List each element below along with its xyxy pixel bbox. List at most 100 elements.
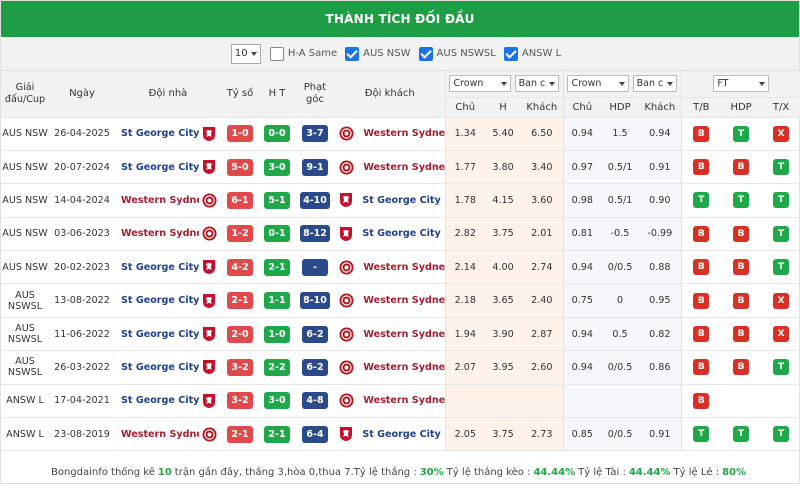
- market-select-2[interactable]: Ban c: [632, 75, 677, 93]
- filter-option[interactable]: AUS NSWSL: [418, 46, 504, 61]
- table-row[interactable]: AUS NSWSL13-08-2022 St George City ... 2-…: [1, 283, 800, 318]
- away-team-cell[interactable]: Western Sydne...: [335, 150, 445, 185]
- score-cell[interactable]: 3-2: [221, 350, 259, 385]
- home-team-cell[interactable]: St George City ...: [115, 283, 221, 318]
- home-team-cell[interactable]: St George City ...: [115, 350, 221, 385]
- home-team-cell[interactable]: St George City ...: [115, 117, 221, 151]
- col-ht: H T: [259, 71, 295, 118]
- table-row[interactable]: AUS NSW03-06-2023 Western Sydne... 1-2 0-1…: [1, 217, 800, 252]
- red-crest-icon: [203, 327, 216, 342]
- filter-label: ANSW L: [521, 48, 562, 59]
- table-row[interactable]: AUS NSWSL11-06-2022 St George City ... 2-…: [1, 317, 800, 352]
- filter-checkbox[interactable]: [345, 46, 360, 61]
- home-team-cell[interactable]: St George City ...: [115, 317, 221, 352]
- home-team-name: St George City ...: [121, 395, 199, 407]
- corner-badge: -: [302, 258, 328, 276]
- league-cell[interactable]: AUS NSWSL: [1, 317, 49, 352]
- filter-option[interactable]: ANSW L: [503, 46, 569, 61]
- score-cell[interactable]: 4-2: [221, 250, 259, 285]
- hdp-away: 0.90: [639, 183, 682, 218]
- corner-badge: 4-10: [300, 191, 330, 209]
- sub-header: Chủ: [444, 97, 485, 118]
- score-cell[interactable]: 2-0: [221, 317, 259, 352]
- away-team-cell[interactable]: Western Sydne...: [335, 283, 445, 318]
- red-roundel-icon: [339, 126, 354, 141]
- table-row[interactable]: ANSW L23-08-2019 Western Sydne... 2-1 2-1 6…: [1, 417, 800, 452]
- filter-option[interactable]: AUS NSW: [345, 46, 418, 61]
- corner-badge: 8-10: [300, 292, 330, 310]
- score-badge: 1-2: [227, 225, 253, 243]
- footer-text-3: Tỷ lệ thắng kèo :: [446, 466, 531, 478]
- home-team-cell[interactable]: St George City ...: [115, 384, 221, 419]
- score-cell[interactable]: 2-1: [221, 417, 259, 452]
- league-cell[interactable]: ANSW L: [1, 417, 49, 452]
- league-cell[interactable]: AUS NSWSL: [1, 283, 49, 318]
- score-cell[interactable]: 2-1: [221, 283, 259, 318]
- table-row[interactable]: ANSW L17-04-2021 St George City ... 3-2 3-…: [1, 384, 800, 419]
- filter-checkbox[interactable]: [418, 46, 433, 61]
- away-team-cell[interactable]: Western Sydne...: [335, 317, 445, 352]
- chevron-down-icon: [666, 81, 673, 86]
- bookmaker-select-1[interactable]: Crown: [449, 75, 512, 93]
- league-cell[interactable]: AUS NSW: [1, 217, 49, 252]
- league-cell[interactable]: AUS NSWSL: [1, 350, 49, 385]
- away-team-cell[interactable]: St George City ...: [335, 217, 445, 252]
- red-roundel-icon: [202, 226, 217, 241]
- handicap-badge: T: [733, 192, 750, 209]
- score-cell[interactable]: 3-2: [221, 384, 259, 419]
- period-select[interactable]: FT: [713, 75, 770, 93]
- chevron-down-icon: [548, 81, 555, 86]
- home-team-name: St George City ...: [121, 295, 199, 307]
- odds-away: 2.60: [521, 350, 564, 385]
- filter-checkbox[interactable]: [269, 46, 284, 61]
- home-team-cell[interactable]: St George City ...: [115, 150, 221, 185]
- tb-cell: T: [680, 183, 722, 218]
- league-cell[interactable]: AUS NSW: [1, 150, 49, 185]
- away-team-cell[interactable]: St George City ...: [335, 417, 445, 452]
- odds-away: [521, 384, 564, 419]
- filter-option[interactable]: H-A Same: [269, 46, 345, 61]
- hdp-result-cell: B: [721, 317, 762, 352]
- home-team-cell[interactable]: St George City ...: [115, 250, 221, 285]
- over-under-badge: T: [773, 259, 790, 276]
- table-row[interactable]: AUS NSW20-02-2023 St George City ... 4-2 2…: [1, 250, 800, 285]
- league-cell[interactable]: AUS NSW: [1, 250, 49, 285]
- table-row[interactable]: AUS NSW14-04-2024 Western Sydne... 6-1 5-1…: [1, 183, 800, 218]
- league-cell[interactable]: ANSW L: [1, 384, 49, 419]
- away-team-cell[interactable]: Western Sydne...: [335, 350, 445, 385]
- score-badge: 2-1: [227, 425, 253, 443]
- away-team-cell[interactable]: Western Sydne...: [335, 250, 445, 285]
- table-row[interactable]: AUS NSW26-04-2025 St George City ... 1-0 0…: [1, 117, 800, 151]
- table-row[interactable]: AUS NSW20-07-2024 St George City ... 5-0 3…: [1, 150, 800, 185]
- home-team-cell[interactable]: Western Sydne...: [115, 217, 221, 252]
- score-cell[interactable]: 6-1: [221, 183, 259, 218]
- result-badge: B: [693, 359, 710, 376]
- score-cell[interactable]: 5-0: [221, 150, 259, 185]
- league-cell[interactable]: AUS NSW: [1, 183, 49, 218]
- home-team-cell[interactable]: Western Sydne...: [115, 417, 221, 452]
- score-badge: 3-2: [227, 358, 253, 376]
- score-cell[interactable]: 1-2: [221, 217, 259, 252]
- away-team-cell[interactable]: Western Sydne...: [335, 384, 445, 419]
- match-count-select[interactable]: 10: [230, 43, 261, 64]
- score-cell[interactable]: 1-0: [221, 117, 259, 151]
- red-roundel-icon: [339, 260, 354, 275]
- over-under-badge: T: [773, 192, 790, 209]
- hdp-result-cell: B: [721, 250, 762, 285]
- league-cell[interactable]: AUS NSW: [1, 117, 49, 151]
- away-team-cell[interactable]: St George City ...: [335, 183, 445, 218]
- bookmaker-select-2[interactable]: Crown: [567, 75, 630, 93]
- ht-cell: 3-0: [259, 384, 295, 419]
- away-team-cell[interactable]: Western Sydne...: [335, 117, 445, 151]
- corner-cell: 9-1: [295, 150, 335, 185]
- hdp-line: -0.5: [601, 217, 640, 252]
- sub-header: Chủ: [562, 97, 602, 118]
- date-cell: 20-07-2024: [49, 150, 115, 185]
- market-select-1[interactable]: Ban c: [514, 75, 559, 93]
- handicap-rate: 44.44%: [533, 466, 576, 478]
- away-team-name: Western Sydne...: [363, 128, 445, 140]
- handicap-badge: B: [733, 259, 750, 276]
- filter-checkbox[interactable]: [503, 46, 518, 61]
- table-row[interactable]: AUS NSWSL26-03-2022 St George City ... 3-…: [1, 350, 800, 385]
- home-team-cell[interactable]: Western Sydne...: [115, 183, 221, 218]
